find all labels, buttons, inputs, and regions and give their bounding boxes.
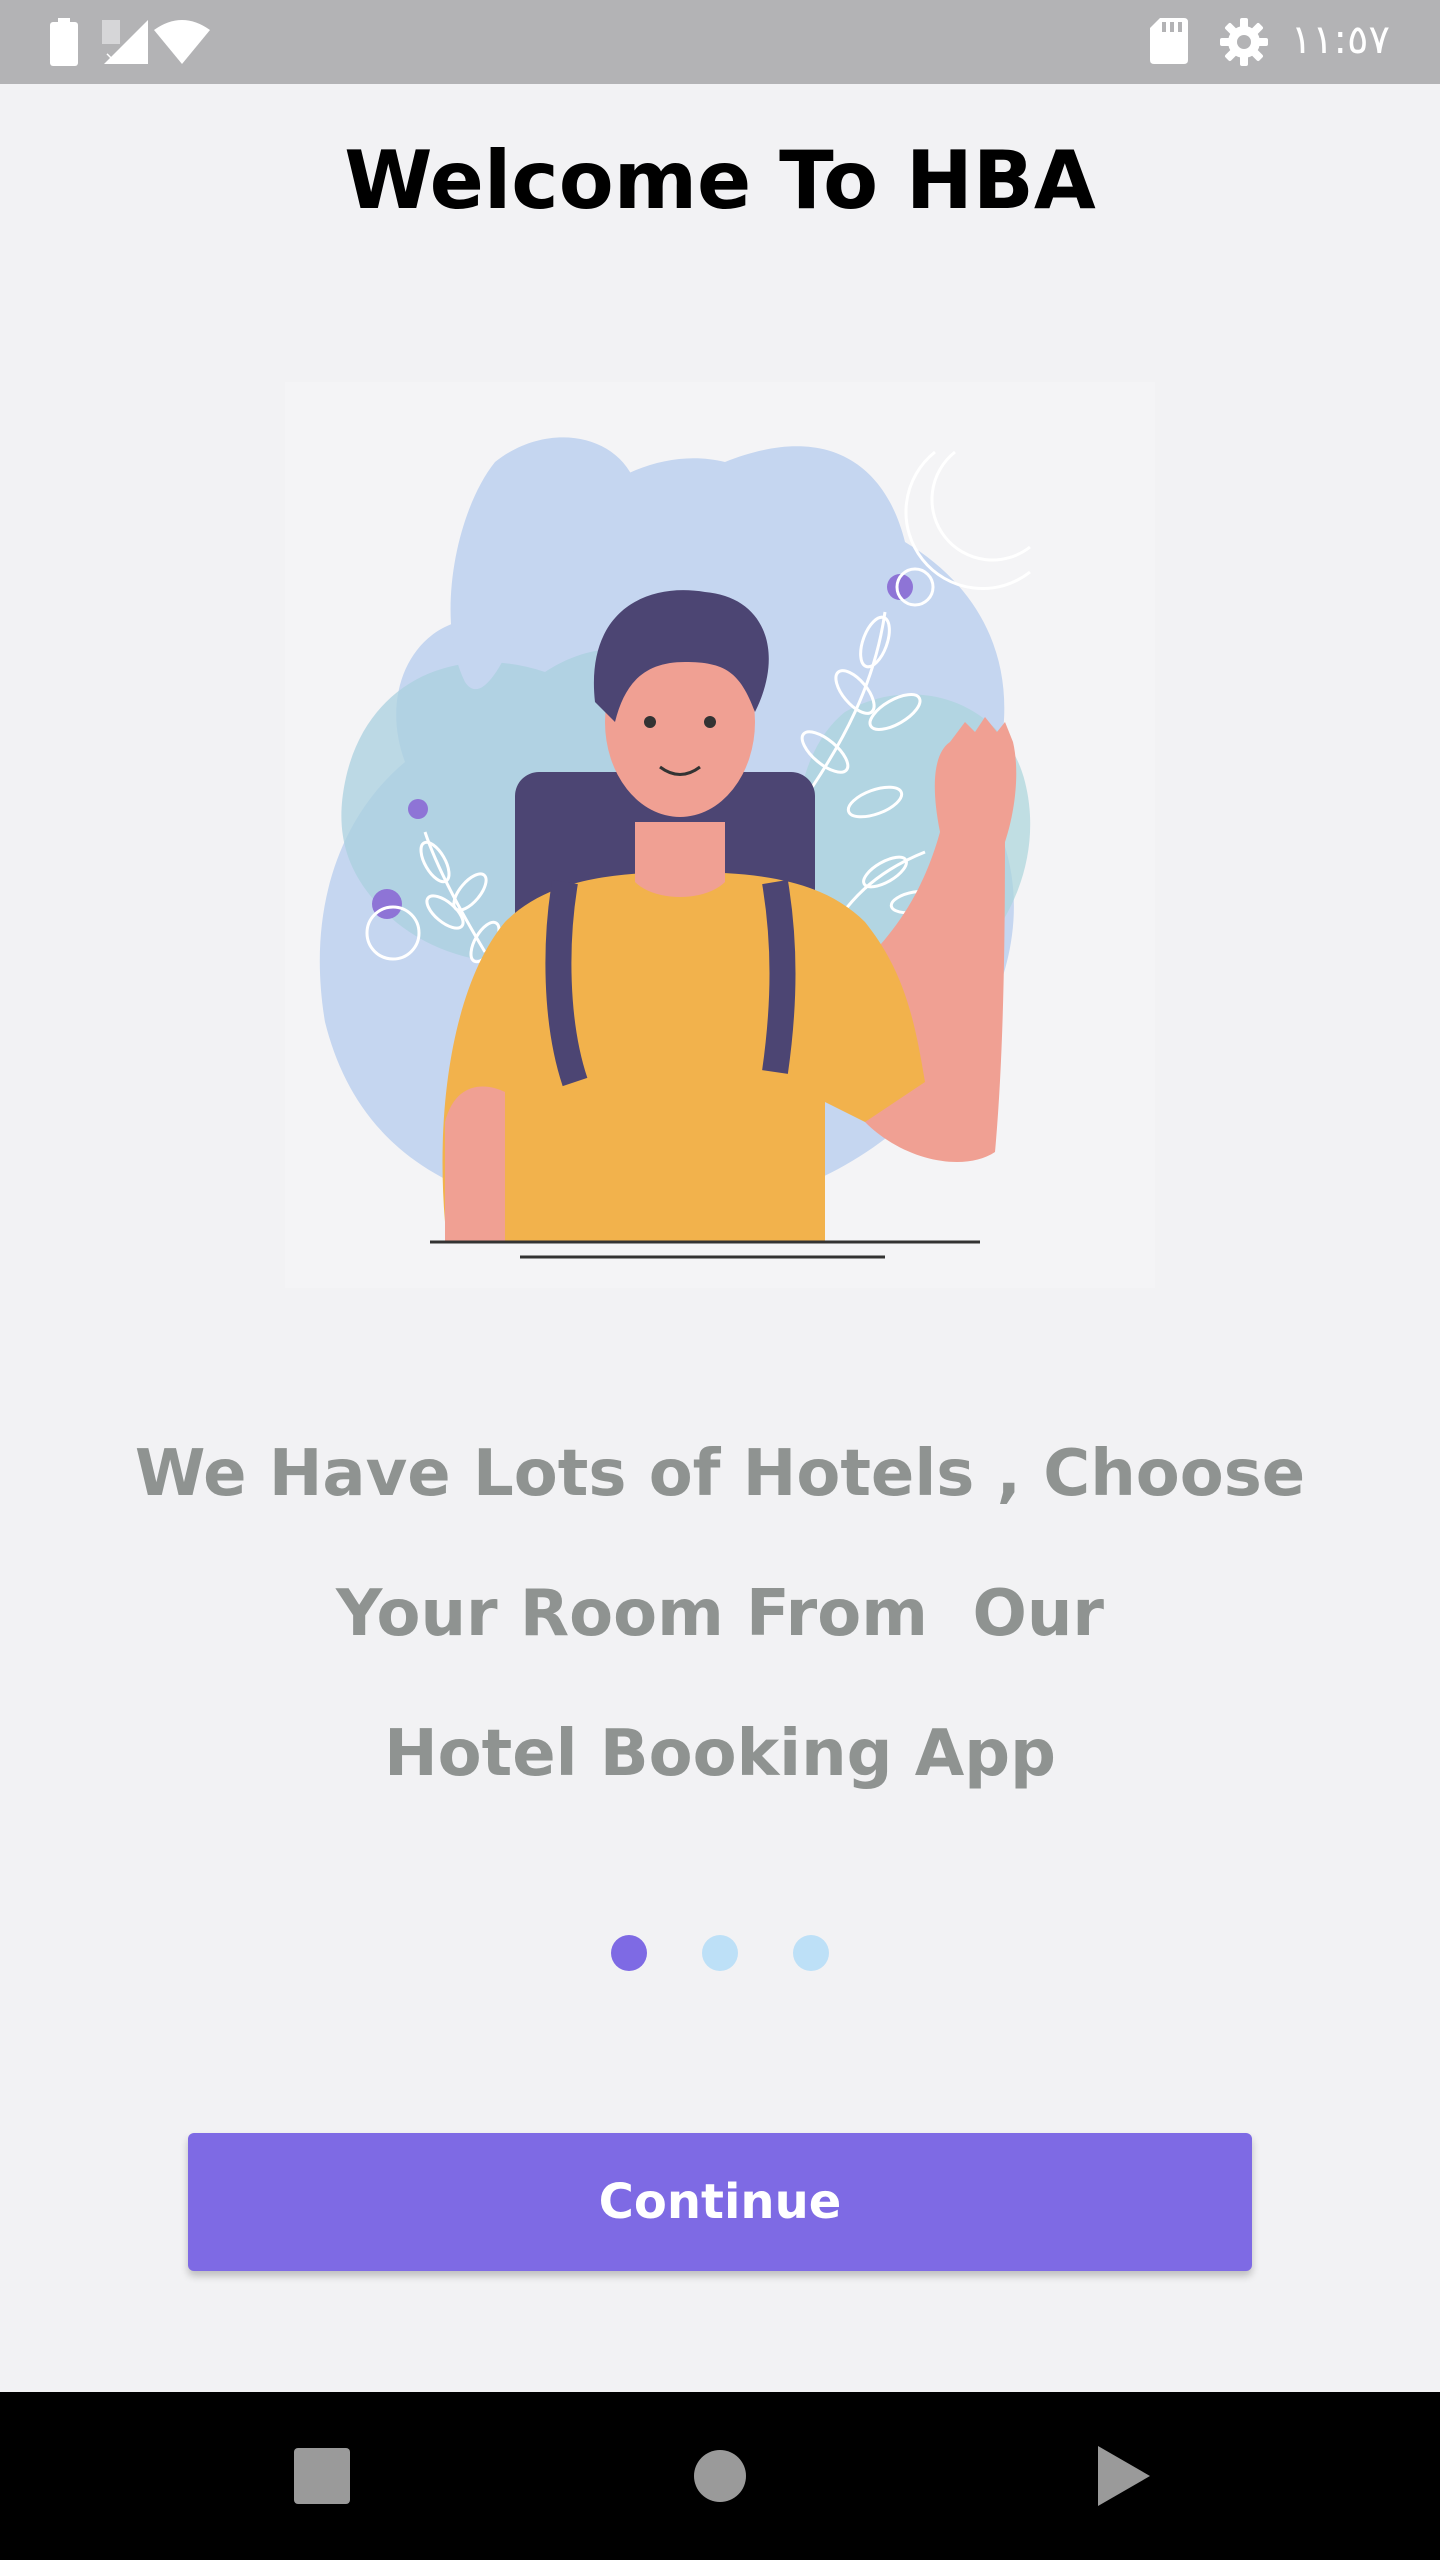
- svg-text:×: ×: [104, 48, 119, 66]
- page-dot-1[interactable]: [611, 1935, 647, 1971]
- recents-square-icon[interactable]: [282, 2436, 362, 2516]
- home-circle-icon[interactable]: [680, 2436, 760, 2516]
- back-triangle-icon[interactable]: [1082, 2436, 1162, 2516]
- welcome-illustration: [285, 382, 1155, 1288]
- page-dot-3[interactable]: [793, 1935, 829, 1971]
- navigation-bar: [0, 2392, 1440, 2560]
- no-signal-icon: ×: [102, 20, 148, 66]
- page-title: Welcome To HBA: [344, 134, 1096, 227]
- status-bar: × ١١:٥٧: [0, 0, 1440, 84]
- settings-gear-icon: [1220, 18, 1268, 66]
- page-indicator: [0, 1935, 1440, 1975]
- tagline-line-3: Hotel Booking App: [384, 1717, 1056, 1791]
- wifi-icon: [154, 20, 210, 64]
- tagline-line-2: Your Room From Our: [336, 1577, 1104, 1651]
- status-time: ١١:٥٧: [1290, 17, 1390, 63]
- sd-card-icon: [1150, 18, 1188, 64]
- battery-icon: [50, 18, 78, 66]
- page-dot-2[interactable]: [702, 1935, 738, 1971]
- continue-button[interactable]: Continue: [188, 2133, 1252, 2271]
- tagline-line-1: We Have Lots of Hotels , Choose: [134, 1437, 1306, 1511]
- welcome-tagline: We Have Lots of Hotels , Choose Your Roo…: [120, 1404, 1320, 1824]
